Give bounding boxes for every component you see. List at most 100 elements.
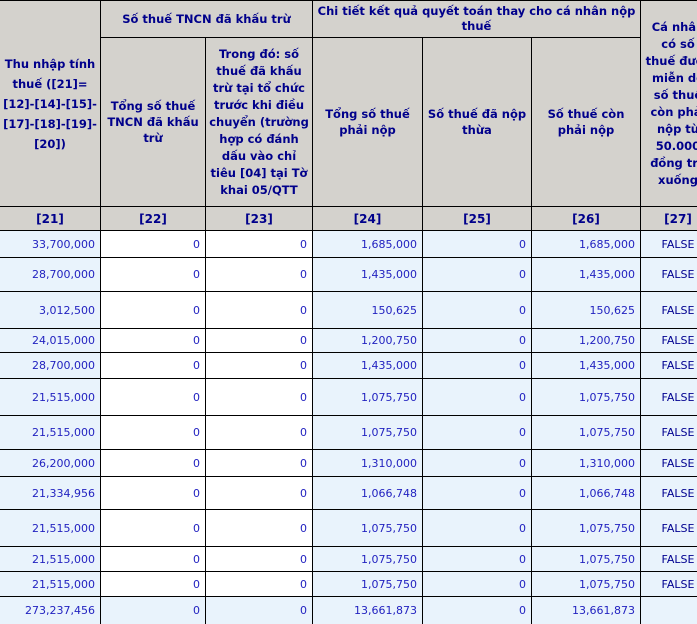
col-index-25: [25] [423, 207, 532, 231]
cell-24[interactable]: 150,625 [313, 292, 423, 329]
cell-21[interactable]: 21,334,956 [0, 477, 101, 510]
cell-22[interactable]: 0 [101, 353, 206, 379]
cell-26[interactable]: 1,075,750 [532, 572, 641, 597]
cell-22[interactable]: 0 [101, 477, 206, 510]
cell-27[interactable]: FALSE [641, 416, 697, 450]
cell-26[interactable]: 150,625 [532, 292, 641, 329]
cell-21[interactable]: 28,700,000 [0, 353, 101, 379]
cell-22[interactable]: 0 [101, 572, 206, 597]
cell-25[interactable]: 0 [423, 477, 532, 510]
cell-21[interactable]: 21,515,000 [0, 572, 101, 597]
cell-22[interactable]: 0 [101, 258, 206, 292]
cell-26[interactable]: 1,435,000 [532, 258, 641, 292]
cell-24[interactable]: 1,075,750 [313, 510, 423, 547]
cell-25[interactable]: 0 [423, 231, 532, 258]
table-row: 26,200,000001,310,00001,310,000FALSE [0, 450, 697, 477]
cell-26[interactable]: 1,075,750 [532, 416, 641, 450]
cell-24[interactable]: 1,685,000 [313, 231, 423, 258]
total-cell-27[interactable] [641, 597, 697, 624]
cell-24[interactable]: 1,075,750 [313, 572, 423, 597]
cell-26[interactable]: 1,310,000 [532, 450, 641, 477]
cell-27[interactable]: FALSE [641, 353, 697, 379]
cell-27[interactable]: FALSE [641, 231, 697, 258]
cell-25[interactable]: 0 [423, 353, 532, 379]
cell-23[interactable]: 0 [206, 353, 313, 379]
col-index-24: [24] [313, 207, 423, 231]
cell-27[interactable]: FALSE [641, 477, 697, 510]
cell-27[interactable]: FALSE [641, 572, 697, 597]
header-group-tax-deducted: Số thuế TNCN đã khấu trừ [101, 1, 313, 38]
cell-22[interactable]: 0 [101, 510, 206, 547]
cell-21[interactable]: 21,515,000 [0, 547, 101, 572]
cell-21[interactable]: 28,700,000 [0, 258, 101, 292]
cell-25[interactable]: 0 [423, 292, 532, 329]
cell-24[interactable]: 1,200,750 [313, 329, 423, 353]
cell-26[interactable]: 1,075,750 [532, 379, 641, 416]
cell-23[interactable]: 0 [206, 450, 313, 477]
cell-23[interactable]: 0 [206, 547, 313, 572]
total-cell-21[interactable]: 273,237,456 [0, 597, 101, 624]
cell-22[interactable]: 0 [101, 292, 206, 329]
cell-25[interactable]: 0 [423, 547, 532, 572]
cell-22[interactable]: 0 [101, 450, 206, 477]
cell-21[interactable]: 3,012,500 [0, 292, 101, 329]
cell-24[interactable]: 1,435,000 [313, 353, 423, 379]
cell-22[interactable]: 0 [101, 379, 206, 416]
cell-21[interactable]: 24,015,000 [0, 329, 101, 353]
cell-24[interactable]: 1,435,000 [313, 258, 423, 292]
total-cell-24[interactable]: 13,661,873 [313, 597, 423, 624]
total-cell-22[interactable]: 0 [101, 597, 206, 624]
cell-21[interactable]: 21,515,000 [0, 379, 101, 416]
cell-25[interactable]: 0 [423, 510, 532, 547]
cell-26[interactable]: 1,685,000 [532, 231, 641, 258]
cell-26[interactable]: 1,066,748 [532, 477, 641, 510]
cell-21[interactable]: 21,515,000 [0, 416, 101, 450]
col-index-26: [26] [532, 207, 641, 231]
cell-24[interactable]: 1,066,748 [313, 477, 423, 510]
cell-24[interactable]: 1,075,750 [313, 379, 423, 416]
total-cell-23[interactable]: 0 [206, 597, 313, 624]
cell-21[interactable]: 33,700,000 [0, 231, 101, 258]
cell-22[interactable]: 0 [101, 416, 206, 450]
cell-23[interactable]: 0 [206, 379, 313, 416]
cell-25[interactable]: 0 [423, 329, 532, 353]
cell-23[interactable]: 0 [206, 416, 313, 450]
cell-27[interactable]: FALSE [641, 258, 697, 292]
cell-23[interactable]: 0 [206, 510, 313, 547]
cell-24[interactable]: 1,075,750 [313, 416, 423, 450]
cell-22[interactable]: 0 [101, 329, 206, 353]
cell-24[interactable]: 1,310,000 [313, 450, 423, 477]
cell-24[interactable]: 1,075,750 [313, 547, 423, 572]
cell-21[interactable]: 26,200,000 [0, 450, 101, 477]
cell-27[interactable]: FALSE [641, 510, 697, 547]
col-index-22: [22] [101, 207, 206, 231]
cell-25[interactable]: 0 [423, 258, 532, 292]
total-row: 273,237,4560013,661,873013,661,873 [0, 597, 697, 624]
cell-23[interactable]: 0 [206, 231, 313, 258]
cell-27[interactable]: FALSE [641, 379, 697, 416]
cell-27[interactable]: FALSE [641, 547, 697, 572]
cell-26[interactable]: 1,435,000 [532, 353, 641, 379]
cell-25[interactable]: 0 [423, 416, 532, 450]
cell-21[interactable]: 21,515,000 [0, 510, 101, 547]
cell-23[interactable]: 0 [206, 292, 313, 329]
table-body: 33,700,000001,685,00001,685,000FALSE28,7… [0, 231, 697, 624]
cell-22[interactable]: 0 [101, 547, 206, 572]
cell-27[interactable]: FALSE [641, 292, 697, 329]
cell-26[interactable]: 1,075,750 [532, 510, 641, 547]
total-cell-26[interactable]: 13,661,873 [532, 597, 641, 624]
cell-23[interactable]: 0 [206, 477, 313, 510]
cell-25[interactable]: 0 [423, 450, 532, 477]
cell-23[interactable]: 0 [206, 329, 313, 353]
cell-25[interactable]: 0 [423, 572, 532, 597]
cell-27[interactable]: FALSE [641, 329, 697, 353]
cell-23[interactable]: 0 [206, 258, 313, 292]
cell-22[interactable]: 0 [101, 231, 206, 258]
total-cell-25[interactable]: 0 [423, 597, 532, 624]
cell-26[interactable]: 1,075,750 [532, 547, 641, 572]
table-row: 21,515,000001,075,75001,075,750FALSE [0, 572, 697, 597]
cell-27[interactable]: FALSE [641, 450, 697, 477]
cell-25[interactable]: 0 [423, 379, 532, 416]
cell-23[interactable]: 0 [206, 572, 313, 597]
cell-26[interactable]: 1,200,750 [532, 329, 641, 353]
